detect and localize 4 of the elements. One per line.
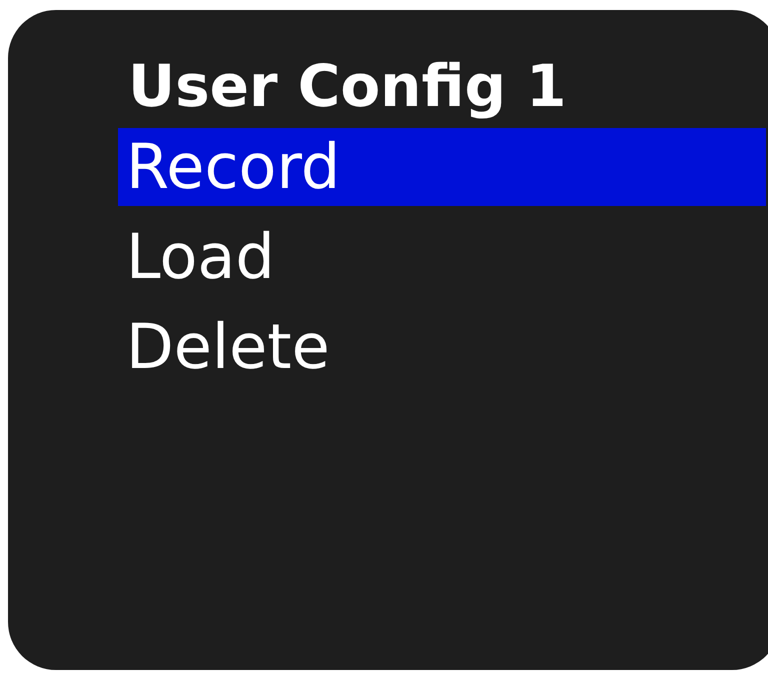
menu-title: User Config 1 (127, 51, 568, 122)
menu-item[interactable]: Delete (118, 308, 766, 386)
menu-item[interactable]: Load (118, 218, 766, 296)
menu-item[interactable]: Record (118, 128, 766, 206)
